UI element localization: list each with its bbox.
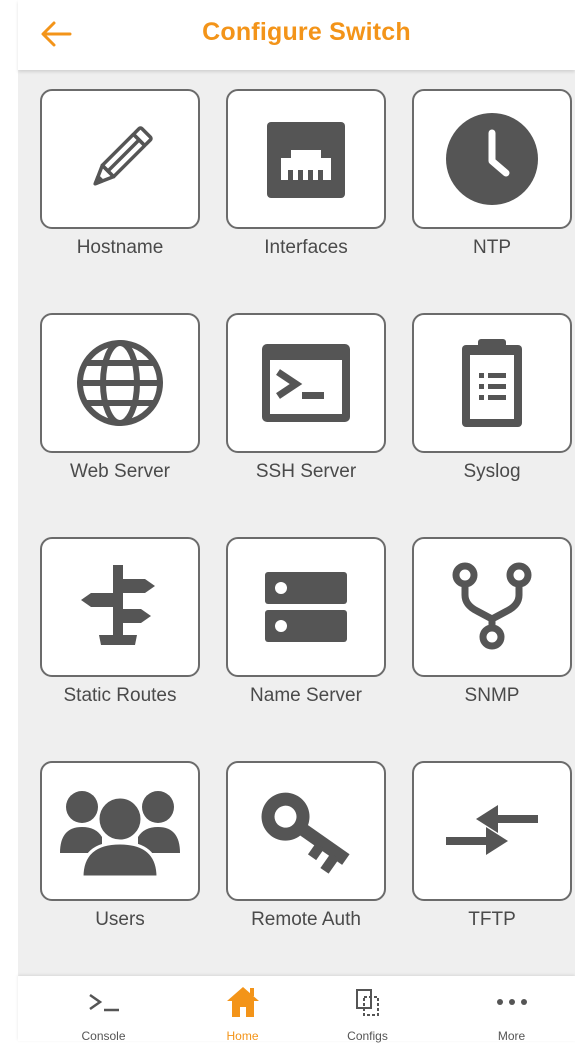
terminal-icon	[262, 344, 350, 422]
tile-label: SSH Server	[255, 461, 357, 482]
tile-users-box	[40, 761, 200, 901]
header-bar: Configure Switch	[18, 0, 575, 70]
tile-ntp[interactable]: NTP	[412, 89, 572, 275]
tile-tftp-box	[412, 761, 572, 901]
home-icon	[226, 987, 259, 1017]
tile-snmp-box	[412, 537, 572, 677]
tab-console[interactable]: Console	[34, 976, 173, 1043]
tab-more[interactable]: More	[442, 976, 575, 1043]
tile-label: Static Routes	[63, 685, 177, 706]
console-icon	[88, 993, 119, 1012]
tile-interfaces-box	[226, 89, 386, 229]
tile-label: Web Server	[70, 461, 170, 482]
clock-icon	[446, 113, 538, 205]
tile-label: TFTP	[468, 909, 516, 930]
tile-label: SNMP	[464, 685, 520, 706]
tile-label: Interfaces	[264, 237, 348, 258]
app-screen: Configure Switch Hostname Interfaces NTP…	[18, 0, 575, 1043]
tile-syslog[interactable]: Syslog	[412, 313, 572, 499]
configs-icon	[355, 989, 379, 1016]
tile-label: Remote Auth	[251, 909, 361, 930]
tile-hostname-box	[40, 89, 200, 229]
tile-users[interactable]: Users	[40, 761, 200, 947]
tile-label: Hostname	[76, 237, 164, 258]
tile-syslog-box	[412, 313, 572, 453]
tile-name-server[interactable]: Name Server	[226, 537, 386, 723]
tile-remote-auth[interactable]: Remote Auth	[226, 761, 386, 947]
tile-remote-auth-box	[226, 761, 386, 901]
server-icon	[265, 572, 347, 642]
tile-ssh-server[interactable]: SSH Server	[226, 313, 386, 499]
transfer-arrows-icon	[446, 805, 538, 855]
ethernet-port-icon	[267, 122, 345, 198]
tile-label: Users	[95, 909, 145, 930]
tab-configs[interactable]: Configs	[298, 976, 437, 1043]
tile-web-server-box	[40, 313, 200, 453]
tile-label: Syslog	[463, 461, 521, 482]
tile-ssh-server-box	[226, 313, 386, 453]
tab-home[interactable]: Home	[173, 976, 312, 1043]
tile-static-routes[interactable]: Static Routes	[40, 537, 200, 723]
page-title: Configure Switch	[202, 18, 411, 46]
tile-ntp-box	[412, 89, 572, 229]
fork-icon	[452, 562, 532, 650]
tile-label: NTP	[473, 237, 511, 258]
tile-snmp[interactable]: SNMP	[412, 537, 572, 723]
globe-icon	[77, 340, 163, 426]
pencil-icon	[93, 126, 153, 186]
signpost-icon	[81, 565, 155, 645]
clipboard-icon	[462, 339, 522, 427]
tile-label: Name Server	[250, 685, 362, 706]
tile-web-server[interactable]: Web Server	[40, 313, 200, 499]
users-icon	[60, 791, 180, 879]
tile-interfaces[interactable]: Interfaces	[226, 89, 386, 275]
tile-static-routes-box	[40, 537, 200, 677]
tile-hostname[interactable]: Hostname	[40, 89, 200, 275]
more-icon	[496, 999, 527, 1005]
tile-name-server-box	[226, 537, 386, 677]
tile-tftp[interactable]: TFTP	[412, 761, 572, 947]
bottom-tab-bar: Console Home Configs More	[18, 976, 575, 1043]
key-icon	[261, 792, 350, 874]
